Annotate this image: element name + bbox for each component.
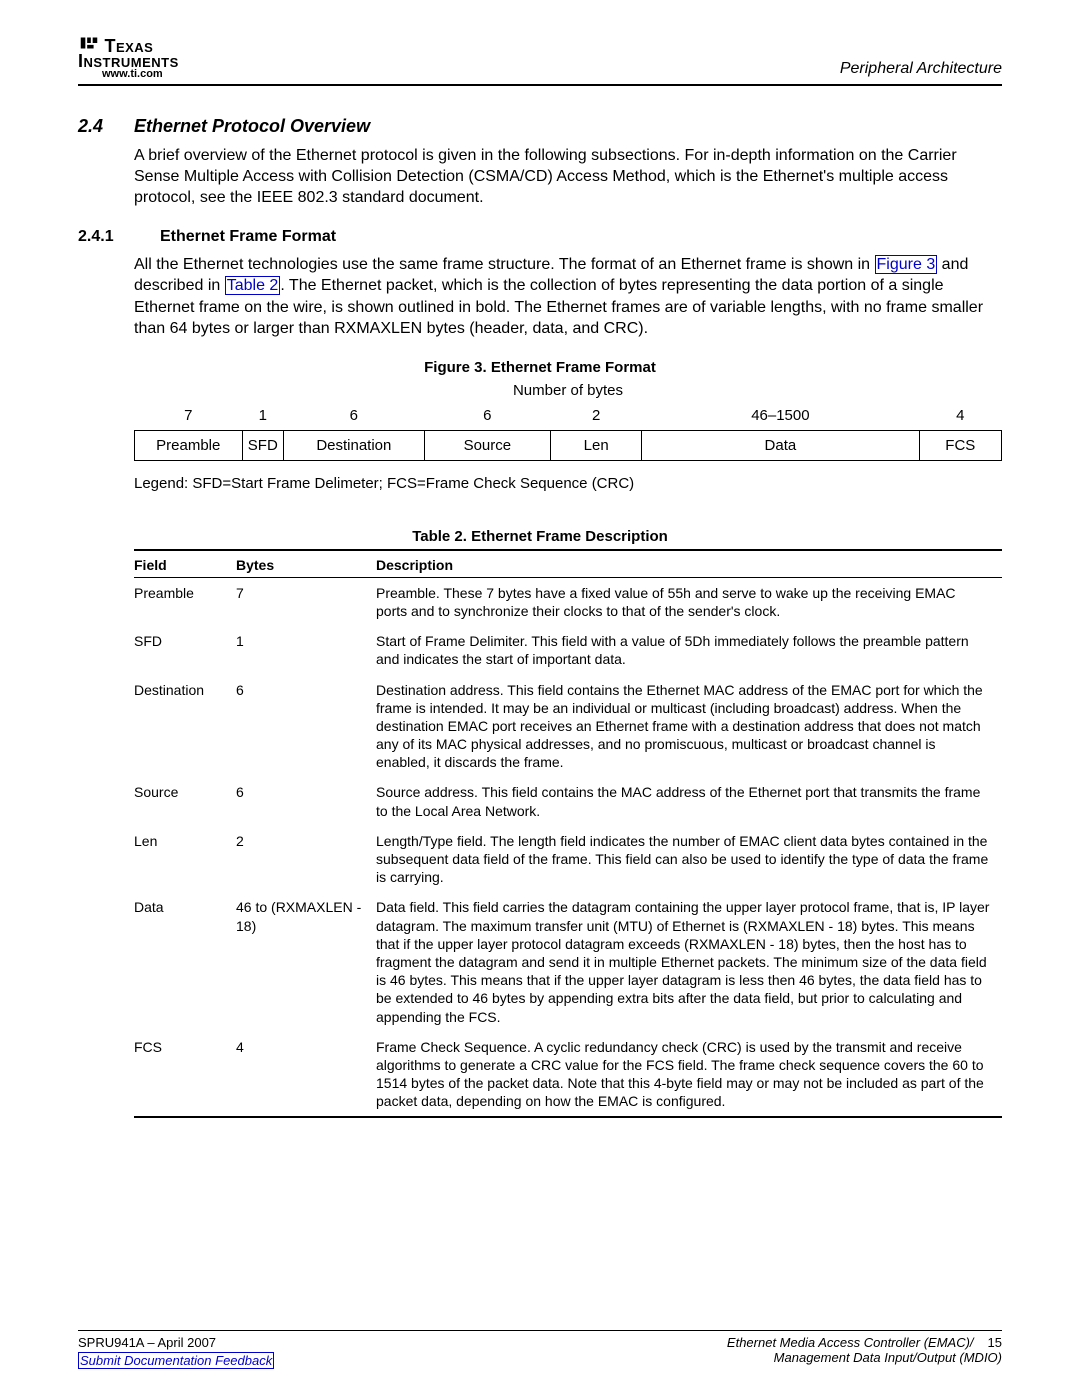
table-header-row: Field Bytes Description — [134, 550, 1002, 578]
cell-desc: Destination address. This field contains… — [376, 675, 1002, 778]
desc-table: Field Bytes Description Preamble 7 Pream… — [134, 549, 1002, 1119]
cell-fcs: FCS — [919, 430, 1001, 460]
cell-bytes: 2 — [236, 826, 376, 893]
table-row: Preamble 7 Preamble. These 7 bytes have … — [134, 577, 1002, 626]
ti-logo: Texas Instruments www.ti.com — [78, 30, 179, 80]
cell-desc: Frame Check Sequence. A cyclic redundanc… — [376, 1032, 1002, 1118]
table-row: Len 2 Length/Type field. The length fiel… — [134, 826, 1002, 893]
cell-data: Data — [642, 430, 919, 460]
cell-bytes: 6 — [236, 777, 376, 825]
cell-desc: Start of Frame Delimiter. This field wit… — [376, 626, 1002, 674]
bytes-0: 7 — [135, 401, 243, 431]
header-section-label: Peripheral Architecture — [840, 60, 1002, 80]
th-desc: Description — [376, 550, 1002, 578]
frame-bytes-row: 7 1 6 6 2 46–1500 4 — [135, 401, 1002, 431]
table-row: Destination 6 Destination address. This … — [134, 675, 1002, 778]
cell-field: Source — [134, 777, 236, 825]
cell-desc: Data field. This field carries the datag… — [376, 892, 1002, 1031]
table-title: Table 2. Ethernet Frame Description — [78, 528, 1002, 545]
link-figure-3[interactable]: Figure 3 — [875, 255, 938, 274]
cell-source: Source — [424, 430, 551, 460]
section-heading: 2.4 Ethernet Protocol Overview — [78, 116, 1002, 137]
page-number: 15 — [988, 1335, 1002, 1350]
cell-field: FCS — [134, 1032, 236, 1118]
section-title: Ethernet Protocol Overview — [134, 116, 370, 137]
table-row: FCS 4 Frame Check Sequence. A cyclic red… — [134, 1032, 1002, 1118]
cell-field: Len — [134, 826, 236, 893]
cell-desc: Preamble. These 7 bytes have a fixed val… — [376, 577, 1002, 626]
submit-feedback-link[interactable]: Submit Documentation Feedback — [78, 1352, 274, 1369]
frame-cells-row: Preamble SFD Destination Source Len Data… — [135, 430, 1002, 460]
ti-chip-icon — [78, 32, 100, 58]
link-table-2[interactable]: Table 2 — [225, 276, 281, 295]
cell-desc: Length/Type field. The length field indi… — [376, 826, 1002, 893]
page: Texas Instruments www.ti.com Peripheral … — [0, 0, 1080, 1397]
figure-legend: Legend: SFD=Start Frame Delimeter; FCS=F… — [134, 475, 1002, 492]
th-bytes: Bytes — [236, 550, 376, 578]
cell-field: Destination — [134, 675, 236, 778]
cell-field: Data — [134, 892, 236, 1031]
bytes-3: 6 — [424, 401, 551, 431]
footer-title-2: Management Data Input/Output (MDIO) — [774, 1350, 1002, 1365]
cell-bytes: 1 — [236, 626, 376, 674]
subsection-title: Ethernet Frame Format — [160, 228, 336, 246]
header-rule — [78, 84, 1002, 86]
num-bytes-label: Number of bytes — [134, 382, 1002, 399]
cell-bytes: 6 — [236, 675, 376, 778]
bytes-1: 1 — [242, 401, 284, 431]
cell-sfd: SFD — [242, 430, 284, 460]
footer-title-1: Ethernet Media Access Controller (EMAC)/ — [727, 1335, 974, 1350]
text-pre: All the Ethernet technologies use the sa… — [134, 256, 875, 273]
cell-dest: Destination — [284, 430, 424, 460]
cell-preamble: Preamble — [135, 430, 243, 460]
subsection-number: 2.4.1 — [78, 228, 132, 246]
cell-len: Len — [551, 430, 642, 460]
cell-bytes: 4 — [236, 1032, 376, 1118]
page-header: Texas Instruments www.ti.com Peripheral … — [78, 30, 1002, 80]
th-field: Field — [134, 550, 236, 578]
subsection-heading: 2.4.1 Ethernet Frame Format — [78, 228, 1002, 246]
bytes-5: 46–1500 — [642, 401, 919, 431]
table-row: Source 6 Source address. This field cont… — [134, 777, 1002, 825]
table-row: SFD 1 Start of Frame Delimiter. This fie… — [134, 626, 1002, 674]
section-intro: A brief overview of the Ethernet protoco… — [134, 145, 1002, 208]
cell-bytes: 7 — [236, 577, 376, 626]
cell-field: Preamble — [134, 577, 236, 626]
cell-bytes: 46 to (RXMAXLEN - 18) — [236, 892, 376, 1031]
section-number: 2.4 — [78, 116, 116, 137]
bytes-4: 2 — [551, 401, 642, 431]
footer-rule — [78, 1330, 1002, 1331]
cell-desc: Source address. This field contains the … — [376, 777, 1002, 825]
figure-title: Figure 3. Ethernet Frame Format — [78, 359, 1002, 376]
frame-table: 7 1 6 6 2 46–1500 4 Preamble SFD Destina… — [134, 401, 1002, 461]
bytes-2: 6 — [284, 401, 424, 431]
figure-frame: Number of bytes 7 1 6 6 2 46–1500 4 Prea… — [134, 382, 1002, 461]
cell-field: SFD — [134, 626, 236, 674]
subsection-body: All the Ethernet technologies use the sa… — [134, 254, 1002, 338]
bytes-6: 4 — [919, 401, 1001, 431]
doc-id: SPRU941A – April 2007 — [78, 1335, 216, 1350]
page-footer: SPRU941A – April 2007 Submit Documentati… — [78, 1330, 1002, 1369]
table-row: Data 46 to (RXMAXLEN - 18) Data field. T… — [134, 892, 1002, 1031]
